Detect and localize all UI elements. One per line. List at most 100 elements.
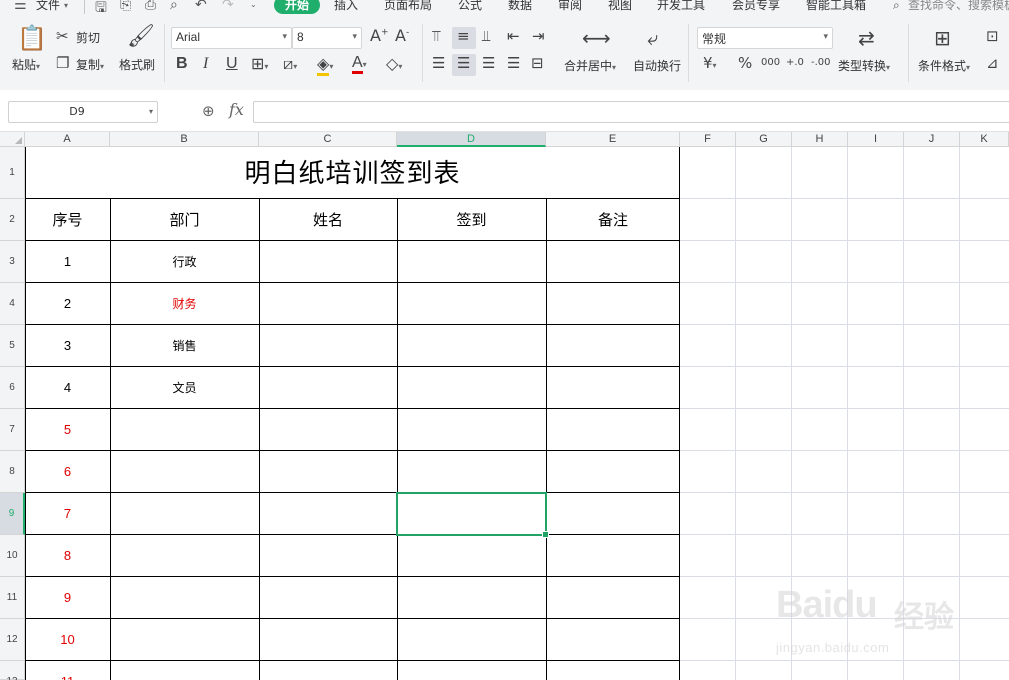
- redo-icon[interactable]: ↷: [222, 0, 234, 13]
- row-number-cell[interactable]: 6: [25, 451, 110, 493]
- thousands-separator-button[interactable]: 000: [761, 58, 780, 68]
- column-header-a[interactable]: A: [25, 132, 110, 147]
- column-header-d[interactable]: D: [397, 132, 546, 147]
- paste-button[interactable]: 粘贴▾: [12, 57, 40, 75]
- row-number-cell[interactable]: 10: [25, 619, 110, 661]
- row-header-13[interactable]: 13: [0, 661, 25, 680]
- export-icon[interactable]: ⎘: [120, 0, 131, 13]
- department-cell[interactable]: 文员: [110, 367, 259, 409]
- type-convert-button[interactable]: 类型转换▾: [838, 58, 890, 76]
- quick-access-dropdown-icon[interactable]: ⌄: [250, 0, 257, 9]
- decrease-font-icon[interactable]: A-: [395, 28, 409, 44]
- currency-button[interactable]: ¥▾: [703, 56, 717, 71]
- format-painter-button[interactable]: 格式刷: [119, 57, 155, 73]
- decrease-decimal-button[interactable]: -.00: [811, 58, 831, 68]
- zoom-icon[interactable]: ⊕: [202, 102, 215, 120]
- scissors-icon[interactable]: ✂: [56, 29, 69, 44]
- underline-button[interactable]: U: [226, 56, 238, 72]
- cut-button[interactable]: 剪切: [76, 30, 100, 46]
- align-middle-icon[interactable]: ≡: [457, 29, 470, 44]
- function-icon[interactable]: fx: [229, 100, 244, 119]
- convert-type-icon[interactable]: ⇄: [858, 28, 875, 48]
- align-left-icon[interactable]: ☰: [432, 56, 445, 71]
- sheet-title[interactable]: 明白纸培训签到表: [25, 147, 680, 199]
- sign-in-table[interactable]: 明白纸培训签到表 序号部门姓名签到备注 1234567891011 行政财务销售文员: [25, 147, 680, 680]
- tab-developer[interactable]: 开发工具: [657, 0, 705, 14]
- format-painter-icon[interactable]: 🖌: [127, 26, 155, 48]
- align-bottom-icon[interactable]: ⫫: [482, 29, 490, 44]
- row-header-6[interactable]: 6: [0, 367, 25, 409]
- clear-format-icon[interactable]: ◇▾: [386, 56, 402, 72]
- hamburger-menu-icon[interactable]: ☰: [14, 0, 27, 13]
- row-header-2[interactable]: 2: [0, 199, 25, 241]
- department-cell[interactable]: 销售: [110, 325, 259, 367]
- column-header-i[interactable]: I: [848, 132, 904, 147]
- indent-decrease-icon[interactable]: ⇤: [507, 29, 520, 44]
- copy-button[interactable]: 复制▾: [76, 57, 104, 75]
- row-number-cell[interactable]: 5: [25, 409, 110, 451]
- column-header-j[interactable]: J: [904, 132, 960, 147]
- row-header-12[interactable]: 12: [0, 619, 25, 661]
- department-cell[interactable]: 行政: [110, 241, 259, 283]
- row-number-cell[interactable]: 9: [25, 577, 110, 619]
- search-icon[interactable]: ⌕: [893, 0, 900, 13]
- merge-cells-icon[interactable]: ⟷: [582, 28, 611, 48]
- row-number-cell[interactable]: 7: [25, 493, 110, 535]
- row-header-7[interactable]: 7: [0, 409, 25, 451]
- row-number-cell[interactable]: 8: [25, 535, 110, 577]
- wrap-text-icon[interactable]: ⤶: [647, 28, 658, 48]
- column-header-c[interactable]: C: [259, 132, 397, 147]
- increase-decimal-button[interactable]: +.0: [786, 58, 804, 68]
- font-size-select[interactable]: 8 ▾: [292, 27, 362, 49]
- menu-file[interactable]: 文件: [36, 0, 60, 14]
- name-box[interactable]: D9 ▾: [8, 101, 158, 123]
- italic-button[interactable]: I: [203, 56, 208, 72]
- row-number-cell[interactable]: 1: [25, 241, 110, 283]
- conditional-format-button[interactable]: 条件格式▾: [918, 58, 970, 76]
- row-header-9[interactable]: 9: [0, 493, 25, 535]
- row-header-5[interactable]: 5: [0, 325, 25, 367]
- select-all-corner[interactable]: [0, 132, 25, 147]
- row-header-3[interactable]: 3: [0, 241, 25, 283]
- conditional-format-icon[interactable]: ⊞: [934, 28, 951, 48]
- column-header-g[interactable]: G: [736, 132, 792, 147]
- tab-home[interactable]: 开始: [274, 0, 320, 14]
- copy-icon[interactable]: ❐: [56, 56, 69, 71]
- fill-color-icon[interactable]: ◈▾: [317, 54, 333, 76]
- table-header-cell[interactable]: 序号: [25, 199, 110, 241]
- row-number-cell[interactable]: 11: [25, 661, 110, 680]
- command-search-input[interactable]: 查找命令、搜索模板: [908, 0, 1009, 14]
- table-header-cell[interactable]: 姓名: [259, 199, 397, 241]
- tab-view[interactable]: 视图: [608, 0, 632, 14]
- font-name-select[interactable]: Arial ▾: [171, 27, 292, 49]
- row-number-cell[interactable]: 4: [25, 367, 110, 409]
- tab-insert[interactable]: 插入: [334, 0, 358, 14]
- row-header-4[interactable]: 4: [0, 283, 25, 325]
- column-header-k[interactable]: K: [960, 132, 1009, 147]
- tab-page-layout[interactable]: 页面布局: [384, 0, 432, 14]
- wrap-text-button[interactable]: 自动换行: [633, 58, 681, 74]
- active-cell-selection[interactable]: [396, 492, 549, 538]
- bold-button[interactable]: B: [176, 56, 188, 72]
- cell-format-icon[interactable]: ⊿: [986, 56, 999, 71]
- row-number-cell[interactable]: 3: [25, 325, 110, 367]
- font-color-icon[interactable]: A▾: [352, 54, 367, 74]
- print-icon[interactable]: ⎙: [145, 0, 156, 13]
- print-preview-icon[interactable]: ⌕: [170, 0, 178, 13]
- tab-smart-toolbox[interactable]: 智能工具箱: [806, 0, 866, 14]
- file-dropdown-icon[interactable]: ▾: [64, 1, 68, 10]
- borders-icon[interactable]: ⊞▾: [251, 56, 268, 72]
- column-header-h[interactable]: H: [792, 132, 848, 147]
- tab-review[interactable]: 审阅: [558, 0, 582, 14]
- row-number-cell[interactable]: 2: [25, 283, 110, 325]
- percent-button[interactable]: %: [738, 56, 752, 71]
- distributed-align-icon[interactable]: ⊟: [531, 56, 544, 71]
- number-format-select[interactable]: 常规 ▾: [697, 27, 833, 49]
- table-header-cell[interactable]: 部门: [110, 199, 259, 241]
- department-cell[interactable]: 财务: [110, 283, 259, 325]
- table-style-icon[interactable]: ⊡: [986, 29, 999, 44]
- align-top-icon[interactable]: ⫪: [432, 29, 440, 44]
- column-header-f[interactable]: F: [680, 132, 736, 147]
- row-header-10[interactable]: 10: [0, 535, 25, 577]
- row-header-8[interactable]: 8: [0, 451, 25, 493]
